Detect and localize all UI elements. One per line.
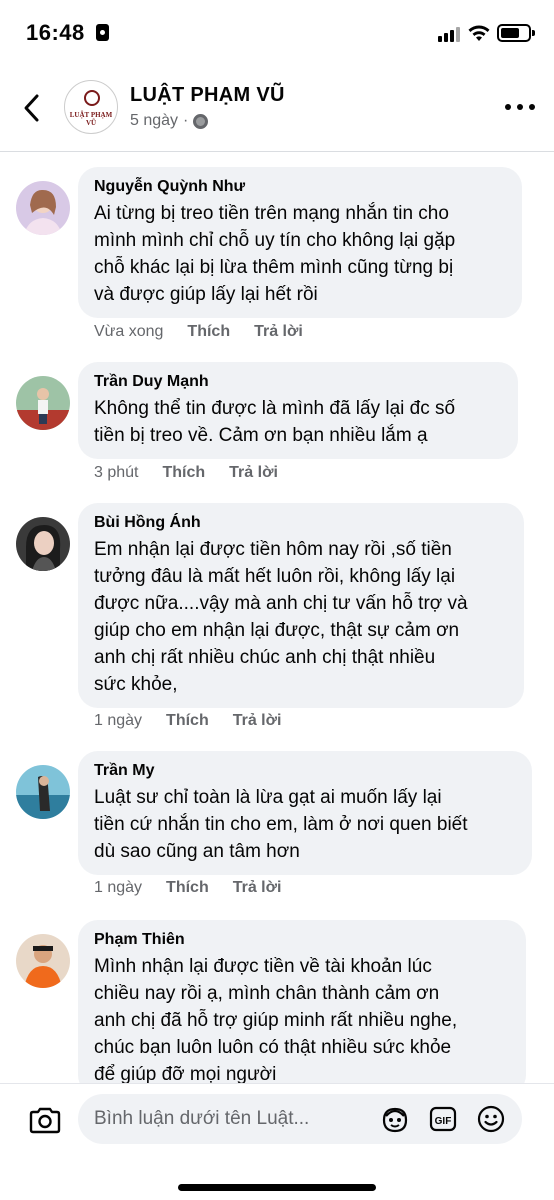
- signal-icon: [438, 26, 462, 42]
- like-button[interactable]: Thích: [166, 712, 209, 730]
- post-meta: 5 ngày ·: [130, 112, 209, 130]
- comment-actions: 1 ngày Thích Trả lời: [94, 879, 281, 897]
- avatar[interactable]: [16, 934, 70, 988]
- comment-author[interactable]: Phạm Thiên: [94, 929, 510, 951]
- avatar[interactable]: [16, 181, 70, 235]
- page-avatar[interactable]: LUẬT PHẠM VŨ: [64, 80, 118, 134]
- comment-author[interactable]: Trần Duy Mạnh: [94, 371, 502, 393]
- comment-time[interactable]: Vừa xong: [94, 323, 163, 341]
- like-button[interactable]: Thích: [166, 879, 209, 897]
- comment-bubble[interactable]: Bùi Hồng Ánh Em nhận lại được tiền hôm n…: [78, 503, 524, 708]
- battery-icon: [497, 24, 535, 42]
- avatar[interactable]: [16, 376, 70, 430]
- wifi-icon: [468, 25, 490, 41]
- avatar-sticker-icon[interactable]: [380, 1104, 410, 1134]
- comment-actions: Vừa xong Thích Trả lời: [94, 323, 303, 341]
- comment-author[interactable]: Trần My: [94, 760, 516, 782]
- logo-icon: [84, 90, 100, 106]
- reply-button[interactable]: Trả lời: [254, 323, 303, 341]
- comment-bubble[interactable]: Trần Duy Mạnh Không thể tin được là mình…: [78, 362, 518, 459]
- more-icon[interactable]: [505, 104, 535, 112]
- comment-text: Luật sư chỉ toàn là lừa gạt ai muốn lấy …: [94, 787, 468, 862]
- comment-bubble[interactable]: Phạm Thiên Mình nhận lại được tiền về tà…: [78, 920, 526, 1083]
- avatar[interactable]: [16, 517, 70, 571]
- gif-icon[interactable]: GIF: [428, 1104, 458, 1134]
- comment-time[interactable]: 1 ngày: [94, 712, 142, 730]
- comment-time[interactable]: 3 phút: [94, 464, 138, 482]
- comment-author[interactable]: Nguyễn Quỳnh Như: [94, 176, 506, 198]
- comment-item: Trần My Luật sư chỉ toàn là lừa gạt ai m…: [16, 751, 536, 909]
- meta-separator: ·: [183, 112, 189, 129]
- back-arrow-icon[interactable]: [18, 90, 48, 126]
- comment-text: Không thể tin được là mình đã lấy lại đc…: [94, 398, 456, 446]
- camera-icon[interactable]: [28, 1106, 62, 1134]
- page-title[interactable]: LUẬT PHẠM VŨ: [130, 84, 285, 107]
- like-button[interactable]: Thích: [187, 323, 230, 341]
- reply-button[interactable]: Trả lời: [233, 712, 282, 730]
- comment-bubble[interactable]: Nguyễn Quỳnh Như Ai từng bị treo tiền tr…: [78, 167, 522, 318]
- lock-icon: [96, 24, 109, 41]
- globe-icon: [193, 113, 209, 129]
- comment-item: Bùi Hồng Ánh Em nhận lại được tiền hôm n…: [16, 503, 536, 738]
- comment-bubble[interactable]: Trần My Luật sư chỉ toàn là lừa gạt ai m…: [78, 751, 532, 875]
- emoji-icon[interactable]: [476, 1104, 506, 1134]
- comment-actions: 1 ngày Thích Trả lời: [94, 712, 281, 730]
- avatar[interactable]: [16, 765, 70, 819]
- comment-composer: GIF: [0, 1083, 554, 1200]
- comment-author[interactable]: Bùi Hồng Ánh: [94, 512, 508, 534]
- status-time: 16:48: [26, 20, 85, 45]
- comment-text: Em nhận lại được tiền hôm nay rồi ,số ti…: [94, 539, 468, 695]
- comment-actions: 3 phút Thích Trả lời: [94, 464, 278, 482]
- comment-list: Nguyễn Quỳnh Như Ai từng bị treo tiền tr…: [0, 153, 554, 1083]
- comment-text: Ai từng bị treo tiền trên mạng nhắn tin …: [94, 203, 456, 305]
- comment-text: Mình nhận lại được tiền về tài khoản lúc…: [94, 956, 458, 1083]
- comment-time[interactable]: 1 ngày: [94, 879, 142, 897]
- post-header: LUẬT PHẠM VŨ LUẬT PHẠM VŨ 5 ngày ·: [0, 66, 554, 152]
- logo-text: LUẬT PHẠM VŨ: [69, 111, 113, 127]
- comment-item: Nguyễn Quỳnh Như Ai từng bị treo tiền tr…: [16, 167, 536, 357]
- reply-button[interactable]: Trả lời: [229, 464, 278, 482]
- reply-button[interactable]: Trả lời: [233, 879, 282, 897]
- home-indicator[interactable]: [178, 1184, 376, 1191]
- comment-item: Trần Duy Mạnh Không thể tin được là mình…: [16, 362, 536, 492]
- status-bar: 16:48: [0, 0, 554, 66]
- post-time[interactable]: 5 ngày: [130, 112, 178, 130]
- comment-item: Phạm Thiên Mình nhận lại được tiền về tà…: [16, 920, 536, 1083]
- svg-text:GIF: GIF: [435, 1116, 452, 1127]
- like-button[interactable]: Thích: [162, 464, 205, 482]
